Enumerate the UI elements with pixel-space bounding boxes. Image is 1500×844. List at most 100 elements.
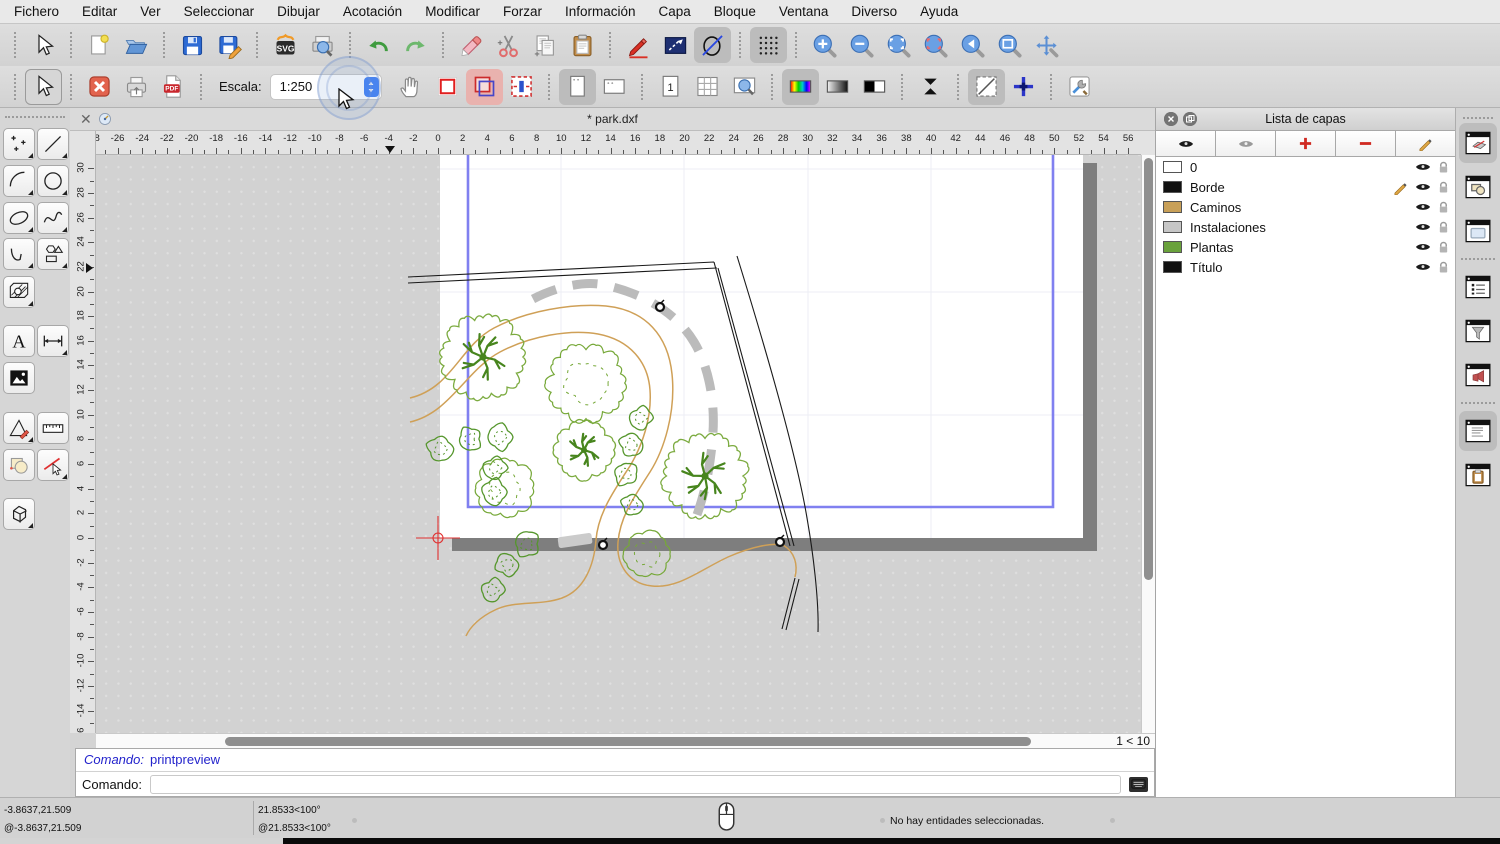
hide-all-layers-icon[interactable] (1216, 131, 1276, 156)
layer-visibility-icon[interactable] (1415, 262, 1431, 272)
drawing-canvas[interactable] (96, 155, 1141, 733)
draw-ellipse-icon[interactable] (3, 202, 35, 234)
crosshair-icon[interactable] (1005, 69, 1042, 105)
pan-hand-icon[interactable] (392, 69, 429, 105)
multiple-pages-icon[interactable] (689, 69, 726, 105)
close-print-preview-icon[interactable] (81, 69, 118, 105)
scale-stepper-icon[interactable] (364, 77, 379, 97)
show-all-layers-icon[interactable] (1156, 131, 1216, 156)
menu-acotacion[interactable]: Acotación (343, 4, 402, 19)
layer-visibility-icon[interactable] (1415, 202, 1431, 212)
save-as-icon[interactable] (211, 27, 248, 63)
paper-overlay-icon[interactable] (466, 69, 503, 105)
menu-diverso[interactable]: Diverso (851, 4, 897, 19)
menu-forzar[interactable]: Forzar (503, 4, 542, 19)
scale-combobox[interactable]: 1:250 (270, 74, 382, 100)
select-pointer-icon[interactable] (25, 69, 62, 105)
pointer-tool-icon[interactable] (25, 27, 62, 63)
menu-ver[interactable]: Ver (140, 4, 160, 19)
draw-polygon-shapes-icon[interactable] (37, 238, 69, 270)
layer-color-swatch[interactable] (1163, 241, 1182, 253)
print-preview-icon[interactable] (304, 27, 341, 63)
draw-dimension-icon[interactable] (37, 325, 69, 357)
panel-float-icon[interactable] (1183, 112, 1197, 126)
draw-spline-icon[interactable] (37, 202, 69, 234)
menu-bloque[interactable]: Bloque (714, 4, 756, 19)
paste-icon[interactable] (564, 27, 601, 63)
palette-handle[interactable] (5, 116, 65, 118)
redo-icon[interactable] (397, 27, 434, 63)
menu-ayuda[interactable]: Ayuda (920, 4, 958, 19)
vertical-scrollbar[interactable] (1141, 155, 1155, 733)
new-document-icon[interactable] (81, 27, 118, 63)
layer-color-swatch[interactable] (1163, 181, 1182, 193)
measure-tools-icon[interactable] (3, 412, 35, 444)
layer-visibility-icon[interactable] (1415, 242, 1431, 252)
settings-tools-icon[interactable] (1061, 69, 1098, 105)
dock-entity-list-icon[interactable] (1459, 267, 1497, 307)
layer-row-caminos[interactable]: Caminos (1156, 197, 1455, 217)
dock-clipboard-icon[interactable] (1459, 455, 1497, 495)
orientation-portrait-icon[interactable] (559, 69, 596, 105)
remove-layer-icon[interactable] (1336, 131, 1396, 156)
center-on-page-icon[interactable] (912, 69, 949, 105)
ruler-tool-icon[interactable] (37, 412, 69, 444)
layer-visibility-icon[interactable] (1415, 222, 1431, 232)
copy-icon[interactable] (527, 27, 564, 63)
vertical-scrollbar-thumb[interactable] (1144, 158, 1153, 580)
export-svg-icon[interactable]: SVG (267, 27, 304, 63)
modify-tools-icon[interactable] (3, 449, 35, 481)
draw-arc-icon[interactable] (3, 165, 35, 197)
layer-visibility-icon[interactable] (1415, 162, 1431, 172)
draw-points-icon[interactable] (3, 128, 35, 160)
zoom-window-icon[interactable] (991, 27, 1028, 63)
layer-lock-icon[interactable] (1438, 241, 1449, 254)
layer-lock-icon[interactable] (1438, 221, 1449, 234)
fit-to-paper-icon[interactable] (503, 69, 540, 105)
menu-editar[interactable]: Editar (82, 4, 117, 19)
dock-block-list-icon[interactable] (1459, 167, 1497, 207)
menu-capa[interactable]: Capa (659, 4, 691, 19)
save-icon[interactable] (174, 27, 211, 63)
layer-row-titulo[interactable]: Título (1156, 257, 1455, 277)
draw-3d-box-icon[interactable] (3, 498, 35, 530)
orientation-landscape-icon[interactable] (596, 69, 633, 105)
layer-row-borde[interactable]: Borde (1156, 177, 1455, 197)
zoom-selection-icon[interactable] (917, 27, 954, 63)
color-mode-icon[interactable] (782, 69, 819, 105)
menu-dibujar[interactable]: Dibujar (277, 4, 320, 19)
draw-text-icon[interactable]: A (3, 325, 35, 357)
blackwhite-mode-icon[interactable] (856, 69, 893, 105)
draw-circle-icon[interactable] (37, 165, 69, 197)
zoom-previous-icon[interactable] (954, 27, 991, 63)
export-pdf-icon[interactable]: PDF (155, 69, 192, 105)
layer-row-instalaciones[interactable]: Instalaciones (1156, 217, 1455, 237)
horizontal-scrollbar[interactable]: 1 < 10 (96, 733, 1155, 748)
layer-color-swatch[interactable] (1163, 161, 1182, 173)
menu-ventana[interactable]: Ventana (779, 4, 829, 19)
draw-line-icon[interactable] (37, 128, 69, 160)
add-layer-icon[interactable] (1276, 131, 1336, 156)
layer-color-swatch[interactable] (1163, 201, 1182, 213)
zoom-out-icon[interactable] (843, 27, 880, 63)
dock-notifications-icon[interactable] (1459, 355, 1497, 395)
layer-color-swatch[interactable] (1163, 261, 1182, 273)
dock-layer-list-icon[interactable] (1459, 123, 1497, 163)
select-tools-icon[interactable] (37, 449, 69, 481)
menu-fichero[interactable]: Fichero (14, 4, 59, 19)
draw-polyline-icon[interactable] (3, 238, 35, 270)
cut-icon[interactable] (490, 27, 527, 63)
paper-border-icon[interactable] (429, 69, 466, 105)
layer-color-swatch[interactable] (1163, 221, 1182, 233)
horizontal-scrollbar-thumb[interactable] (225, 737, 1031, 746)
dock-handle[interactable] (1463, 117, 1493, 119)
layer-visibility-icon[interactable] (1415, 182, 1431, 192)
paper-frame-toggle-icon[interactable] (968, 69, 1005, 105)
undo-icon[interactable] (360, 27, 397, 63)
layer-lock-icon[interactable] (1438, 181, 1449, 194)
insert-image-icon[interactable] (3, 362, 35, 394)
zoom-auto-icon[interactable] (880, 27, 917, 63)
grayscale-mode-icon[interactable] (819, 69, 856, 105)
dock-library-browser-icon[interactable] (1459, 211, 1497, 251)
zoom-in-icon[interactable] (806, 27, 843, 63)
